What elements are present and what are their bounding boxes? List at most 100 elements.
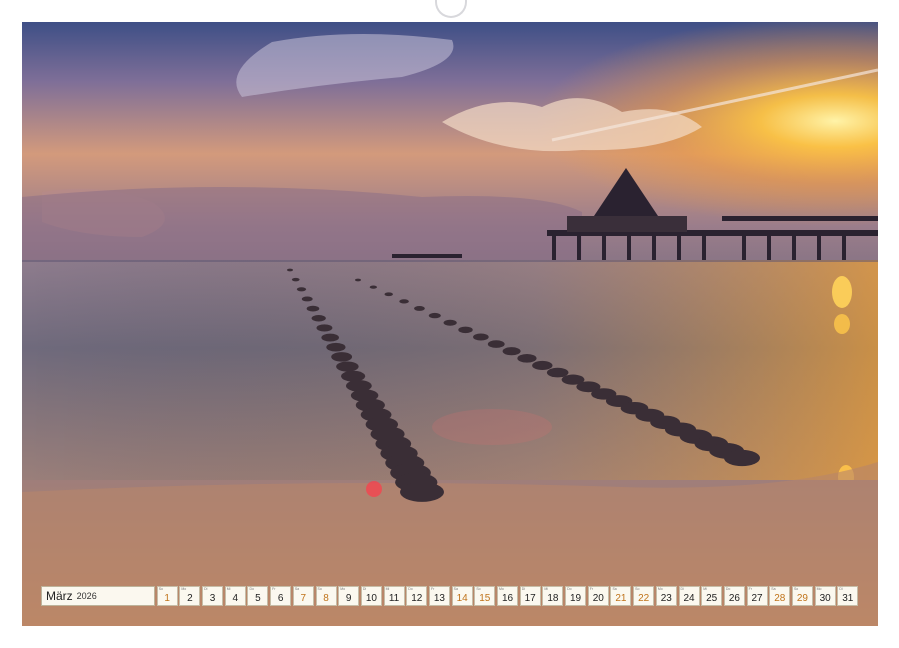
day-number: 21 [611,593,630,604]
groyne-post [488,340,505,348]
weekday-label: Mo [499,587,504,591]
day-number: 28 [770,593,789,604]
weekday-label: Mi [703,587,707,591]
day-cell: Di 10 [361,586,382,606]
month-name: März [46,589,73,603]
day-number: 6 [271,593,290,604]
day-number: 29 [793,593,812,604]
day-cell: Mo9 [338,586,359,606]
day-cells: So1Mo2Di3Mi4Do5Fr6Sa7So8Mo9Di10Mi11Do12F… [155,586,858,606]
day-number: 11 [385,593,404,604]
day-number: 13 [430,593,449,604]
weekday-label: Di [204,587,207,591]
weekday-label: Fr [431,587,434,591]
day-number: 4 [226,593,245,604]
day-number: 26 [725,593,744,604]
day-number: 25 [702,593,721,604]
day-number: 8 [317,593,336,604]
day-number: 24 [680,593,699,604]
sunset-pier-photo [22,22,878,626]
day-number: 15 [475,593,494,604]
groyne-post [503,347,521,355]
groyne-post [321,334,339,342]
weekday-label: Fr [749,587,752,591]
calendar-strip: März 2026 So1Mo2Di3Mi4Do5Fr6Sa7So8Mo9Di1… [41,586,858,606]
weekday-label: Sa [454,587,458,591]
day-cell: Di31 [837,586,858,606]
month-label-box: März 2026 [41,586,155,606]
day-number: 5 [248,593,267,604]
day-number: 9 [339,593,358,604]
day-cell: Di 17 [520,586,541,606]
weekday-label: So [635,587,639,591]
weekday-label: Sa [771,587,775,591]
groyne-post [316,324,332,331]
day-cell: Mi18 [542,586,563,606]
day-cell: So 29 [792,586,813,606]
day-number: 7 [294,593,313,604]
day-number: 16 [498,593,517,604]
groyne-post [297,287,306,291]
day-number: 23 [657,593,676,604]
weekday-label: Di [363,587,366,591]
day-cell: Do 26 [724,586,745,606]
groyne-post [532,361,552,370]
day-cell: Fr 13 [429,586,450,606]
groyne-post [429,313,441,318]
groyne-post [444,320,457,326]
groyne-post [400,482,444,502]
day-cell: Sa 21 [610,586,631,606]
day-number: 3 [203,593,222,604]
day-cell: Do 12 [406,586,427,606]
groyne-post [341,371,365,382]
weekday-label: Sa [295,587,299,591]
groyne-post [473,333,489,340]
weekday-label: So [476,587,480,591]
weekday-label: So [318,587,322,591]
day-cell: So 1 [157,586,178,606]
day-number: 12 [407,593,426,604]
weekday-label: Mi [544,587,548,591]
groyne-post [331,352,352,361]
weekday-label: Mo [181,587,186,591]
weekday-label: Sa [612,587,616,591]
day-cell: Di 24 [679,586,700,606]
groyne-post [385,292,393,296]
day-number: 17 [521,593,540,604]
day-cell: Mo23 [656,586,677,606]
weekday-label: Fr [272,587,275,591]
weekday-label: Di [681,587,684,591]
day-cell: Mo 2 [179,586,200,606]
calendar-page: März 2026 So1Mo2Di3Mi4Do5Fr6Sa7So8Mo9Di1… [0,0,899,648]
weekday-label: Do [249,587,253,591]
weekday-label: So [794,587,798,591]
day-cell: Mo 16 [497,586,518,606]
day-number: 31 [838,593,857,604]
weekday-label: Di [522,587,525,591]
day-cell: Do 5 [247,586,268,606]
day-cell: Mo30 [815,586,836,606]
groyne-post [724,450,760,466]
day-cell: Mi11 [384,586,405,606]
day-number: 27 [748,593,767,604]
groyne-post [370,286,377,289]
day-number: 10 [362,593,381,604]
day-cell: Do19 [565,586,586,606]
day-number: 22 [634,593,653,604]
weekday-label: Do [726,587,730,591]
day-number: 14 [453,593,472,604]
day-number: 2 [180,593,199,604]
groyne-post [458,327,472,333]
day-number: 30 [816,593,835,604]
weekday-label: Do [408,587,412,591]
day-cell: Di 3 [202,586,223,606]
day-cell: Sa 14 [452,586,473,606]
day-cell: Fr 20 [588,586,609,606]
day-number: 20 [589,593,608,604]
weekday-label: So [159,587,163,591]
weekday-label: Fr [590,587,593,591]
day-cell: So 22 [633,586,654,606]
day-cell: Mi 25 [701,586,722,606]
weekday-label: Mi [227,587,231,591]
day-number: 1 [158,593,177,604]
